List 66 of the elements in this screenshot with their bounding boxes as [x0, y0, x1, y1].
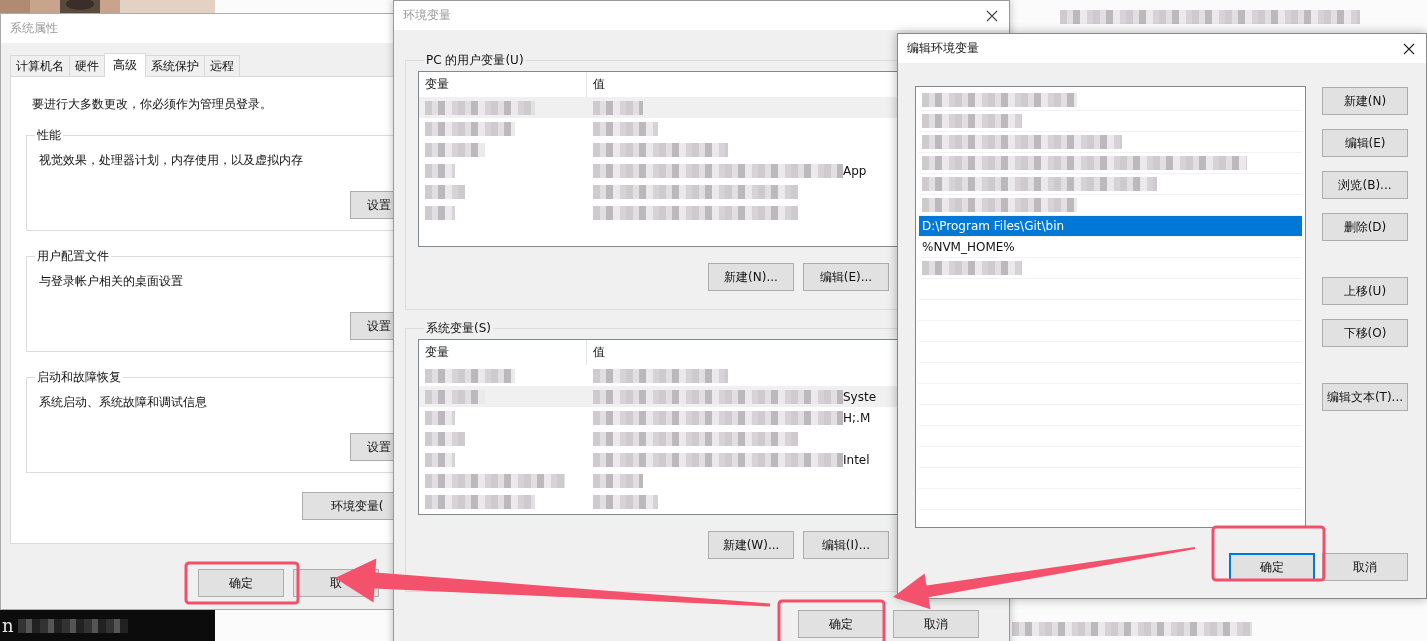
column-header: 变量 — [419, 340, 587, 365]
list-action-button[interactable]: 新建(W)... — [708, 531, 794, 559]
group-description: 系统启动、系统故障和调试信息 — [38, 394, 207, 411]
table-cell: App — [843, 163, 867, 178]
blurred-text — [425, 389, 485, 404]
list-row[interactable] — [919, 258, 1302, 279]
column-header: 值 — [592, 344, 605, 361]
list-action-button[interactable]: 新建(N)... — [708, 263, 794, 291]
group-description: 与登录帐户相关的桌面设置 — [38, 273, 183, 290]
table-cell: Intel — [843, 452, 870, 467]
list-row[interactable] — [919, 111, 1302, 132]
window-title: 环境变量 — [403, 7, 451, 24]
list-row[interactable]: H;.M — [419, 407, 977, 428]
list-row[interactable] — [919, 174, 1302, 195]
table-cell: H;.M — [843, 410, 871, 425]
notice-text: 要进行大多数更改，你必须作为管理员登录。 — [31, 96, 273, 113]
blurred-text — [425, 205, 455, 220]
cancel-button[interactable]: 取消 — [893, 610, 979, 638]
path-action-button[interactable]: 上移(U) — [1322, 277, 1408, 305]
group-description: 视觉效果，处理器计划，内存使用，以及虚拟内存 — [38, 152, 303, 169]
list-action-button[interactable]: 编辑(E)... — [803, 263, 889, 291]
path-text: %NVM_HOME% — [922, 240, 1015, 254]
blurred-text — [593, 100, 643, 115]
blurred-text — [593, 494, 658, 509]
window-title: 编辑环境变量 — [907, 40, 979, 57]
path-action-button[interactable]: 新建(N) — [1322, 87, 1408, 115]
list-row[interactable]: %NVM_HOME% — [919, 237, 1302, 258]
group-title: 启动和故障恢复 — [36, 369, 122, 386]
blurred-text — [593, 473, 643, 488]
ok-button[interactable]: 确定 — [798, 610, 884, 638]
list-row[interactable]: App — [419, 160, 977, 181]
path-action-button[interactable]: 浏览(B)... — [1322, 171, 1408, 199]
blurred-text — [425, 410, 455, 425]
close-icon[interactable] — [1403, 42, 1415, 55]
blurred-text — [425, 142, 485, 157]
window-title: 系统属性 — [10, 20, 58, 37]
path-action-button[interactable]: 编辑文本(T)... — [1322, 383, 1408, 411]
list-row[interactable] — [919, 132, 1302, 153]
path-action-button[interactable]: 删除(D) — [1322, 213, 1408, 241]
group-title: 系统变量(S) — [425, 320, 492, 337]
blurred-text — [425, 163, 455, 178]
blurred-text — [425, 431, 465, 446]
group-title: 性能 — [36, 127, 62, 144]
blurred-text — [593, 121, 658, 136]
path-action-button[interactable]: 编辑(E) — [1322, 129, 1408, 157]
column-header: 值 — [592, 76, 605, 93]
list-action-button[interactable]: 编辑(I)... — [803, 531, 889, 559]
tab[interactable]: 计算机名 — [10, 55, 70, 76]
list-row[interactable]: Intel — [419, 449, 977, 470]
path-action-button[interactable]: 下移(O) — [1322, 319, 1408, 347]
ok-button[interactable]: 确定 — [198, 569, 284, 597]
tab[interactable]: 高级 — [104, 53, 146, 77]
list-row[interactable]: D:\Program Files\Git\bin — [919, 216, 1302, 237]
terminal-text: n — [1, 615, 14, 636]
ok-button[interactable]: 确定 — [1229, 553, 1315, 581]
list-row[interactable] — [919, 153, 1302, 174]
blurred-text — [425, 184, 465, 199]
table-cell: Syste — [843, 389, 877, 404]
blurred-text — [425, 452, 455, 467]
tab[interactable]: 远程 — [204, 55, 240, 76]
close-icon[interactable] — [986, 9, 998, 22]
cancel-button[interactable]: 取消 — [1322, 553, 1408, 581]
group-title: PC 的用户变量(U) — [425, 52, 525, 69]
list-row[interactable] — [919, 90, 1302, 111]
group-title: 用户配置文件 — [36, 248, 110, 265]
path-text: D:\Program Files\Git\bin — [922, 219, 1065, 233]
